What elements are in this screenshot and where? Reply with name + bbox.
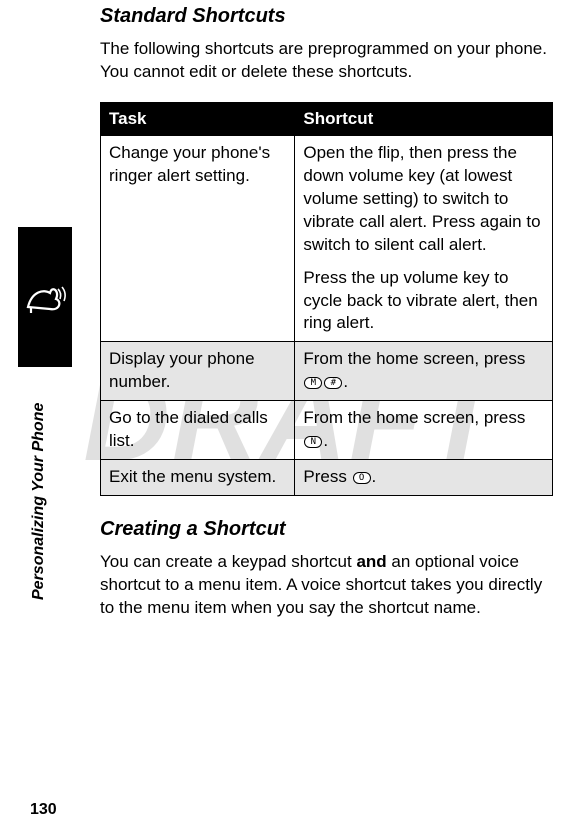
key-icon: N	[304, 436, 322, 448]
key-icon: M	[304, 377, 322, 389]
shortcut-cell: From the home screen, press M#.	[295, 342, 553, 401]
task-cell: Exit the menu system.	[101, 460, 295, 496]
shortcut-text: .	[343, 372, 348, 391]
side-tab	[18, 227, 72, 367]
shortcut-text: Open the flip, then press the down volum…	[303, 142, 544, 257]
shortcut-cell: Open the flip, then press the down volum…	[295, 135, 553, 342]
bold-and: and	[356, 552, 386, 571]
side-section-label: Personalizing Your Phone	[30, 403, 48, 600]
task-cell: Change your phone's ringer alert setting…	[101, 135, 295, 342]
heading-standard-shortcuts: Standard Shortcuts	[100, 5, 553, 28]
table-row: Display your phone number.From the home …	[101, 342, 553, 401]
table-row: Change your phone's ringer alert setting…	[101, 135, 553, 342]
table-row: Exit the menu system.Press O.	[101, 460, 553, 496]
key-icon: #	[324, 377, 342, 389]
intro-paragraph-2: You can create a keypad shortcut and an …	[100, 551, 553, 620]
col-header-shortcut: Shortcut	[295, 102, 553, 135]
shortcut-text: .	[372, 467, 377, 486]
table-row: Go to the dialed calls list.From the hom…	[101, 401, 553, 460]
key-icon: O	[353, 472, 371, 484]
shortcut-cell: Press O.	[295, 460, 553, 496]
shortcuts-table: Task Shortcut Change your phone's ringer…	[100, 102, 553, 496]
shortcut-text: From the home screen, press	[303, 408, 525, 427]
intro-paragraph-1: The following shortcuts are preprogramme…	[100, 38, 553, 84]
shortcut-text: From the home screen, press	[303, 349, 525, 368]
task-cell: Go to the dialed calls list.	[101, 401, 295, 460]
text: You can create a keypad shortcut	[100, 552, 356, 571]
shortcut-text: .	[323, 431, 328, 450]
shortcut-text: Press	[303, 467, 351, 486]
shortcut-text: Press the up volume key to cycle back to…	[303, 267, 544, 336]
ringer-vibrate-icon	[22, 277, 68, 317]
page-number: 130	[30, 801, 57, 819]
page-content: Standard Shortcuts The following shortcu…	[0, 0, 583, 620]
shortcut-cell: From the home screen, press N.	[295, 401, 553, 460]
col-header-task: Task	[101, 102, 295, 135]
task-cell: Display your phone number.	[101, 342, 295, 401]
heading-creating-shortcut: Creating a Shortcut	[100, 518, 553, 541]
